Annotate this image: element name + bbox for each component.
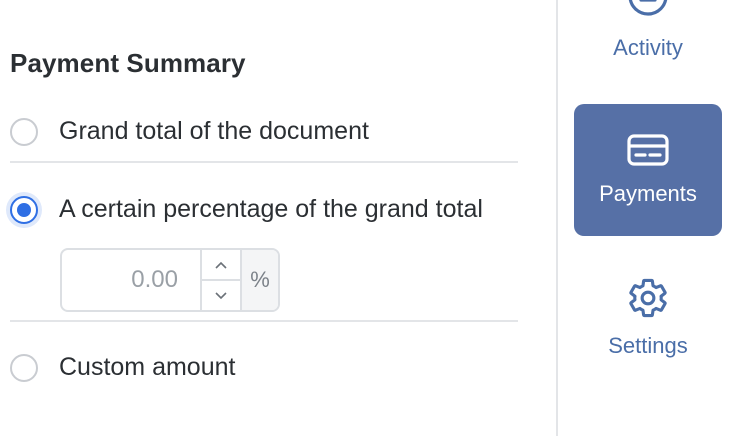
app-root: Payment Summary Grand total of the docum… [0, 0, 734, 436]
option-custom-amount-label: Custom amount [59, 353, 236, 381]
rail-item-settings[interactable]: Settings [574, 276, 722, 366]
rail-item-payments[interactable]: Payments [574, 104, 722, 236]
option-percentage-label: A certain percentage of the grand total [59, 195, 483, 223]
percentage-stepper [200, 250, 240, 310]
percentage-field: % [60, 248, 280, 312]
percentage-input[interactable] [62, 250, 200, 310]
option-grand-total[interactable]: Grand total of the document [10, 117, 369, 146]
decrement-button[interactable] [202, 281, 240, 310]
option-grand-total-label: Grand total of the document [59, 117, 369, 145]
increment-button[interactable] [202, 250, 240, 281]
percent-suffix: % [240, 250, 278, 310]
payment-summary-panel: Payment Summary Grand total of the docum… [0, 0, 556, 436]
rail-item-activity[interactable]: Activity [574, 0, 722, 70]
divider [10, 320, 518, 322]
option-percentage[interactable]: A certain percentage of the grand total [10, 195, 483, 224]
radio-percentage[interactable] [10, 195, 38, 224]
chevron-down-icon [215, 291, 227, 299]
right-rail: Activity Payments Settings [556, 0, 734, 436]
rail-item-settings-label: Settings [608, 333, 688, 358]
radio-custom-amount[interactable] [10, 353, 38, 382]
radio-grand-total[interactable] [10, 117, 38, 146]
divider [10, 161, 518, 163]
card-icon [627, 134, 669, 171]
option-custom-amount[interactable]: Custom amount [10, 353, 235, 382]
activity-icon [627, 0, 669, 25]
rail-item-payments-label: Payments [599, 181, 697, 206]
gear-icon [626, 276, 670, 325]
rail-item-activity-label: Activity [613, 35, 683, 60]
chevron-up-icon [215, 261, 227, 269]
section-title: Payment Summary [10, 48, 246, 78]
